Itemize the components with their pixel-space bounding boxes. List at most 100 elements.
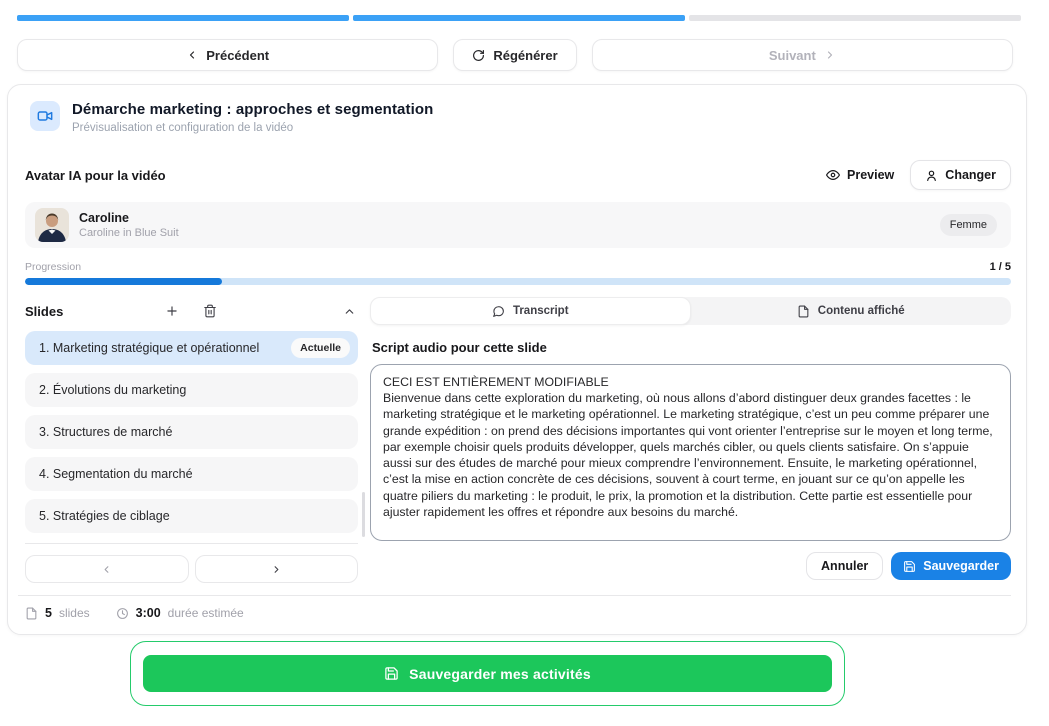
slide-item-3[interactable]: 3. Structures de marché [25, 415, 358, 449]
clock-icon [116, 607, 129, 620]
slides-panel-header: Slides [25, 297, 358, 325]
slides-panel-title: Slides [25, 304, 63, 319]
card-footer: 5 slides 3:00 durée estimée [25, 606, 1011, 620]
collapse-slides-button[interactable] [341, 303, 358, 320]
duration-label: durée estimée [168, 606, 244, 620]
video-preview-page: Précédent Régénérer Suivant Démarche mar… [0, 0, 1049, 726]
chevron-right-icon [271, 564, 282, 575]
slides-tools [163, 302, 219, 320]
video-config-card: Démarche marketing : approches et segmen… [7, 84, 1027, 635]
next-label: Suivant [769, 48, 816, 63]
save-script-label: Sauvegarder [923, 559, 999, 573]
document-icon [25, 607, 38, 620]
change-avatar-button[interactable]: Changer [910, 160, 1011, 190]
avatar-name: Caroline [79, 211, 179, 225]
current-slide-badge: Actuelle [291, 338, 350, 358]
preview-label: Preview [847, 168, 894, 182]
avatar-section-header: Avatar IA pour la vidéo Preview Changer [25, 160, 1011, 190]
chevron-left-icon [186, 49, 198, 61]
next-button[interactable]: Suivant [592, 39, 1013, 71]
tab-transcript[interactable]: Transcript [370, 297, 691, 325]
slide-item-label: 5. Stratégies de ciblage [39, 509, 170, 523]
slide-item-label: 4. Segmentation du marché [39, 467, 193, 481]
avatar [35, 208, 69, 242]
tab-displayed-content-label: Contenu affiché [818, 305, 905, 317]
script-label: Script audio pour cette slide [372, 340, 1011, 355]
save-icon [903, 560, 916, 573]
regenerate-label: Régénérer [493, 48, 557, 63]
editor-main: Slides 1. Marketing [25, 297, 1011, 583]
slides-scrollbar[interactable] [362, 337, 365, 537]
slides-panel: Slides 1. Marketing [25, 297, 358, 583]
card-header-text: Démarche marketing : approches et segmen… [72, 101, 433, 134]
preview-button[interactable]: Preview [826, 168, 894, 182]
chevron-up-icon [343, 305, 356, 318]
editor-tabs: Transcript Contenu affiché [370, 297, 1011, 325]
slides-count-value: 5 [45, 606, 52, 620]
progression-header: Progression 1 / 5 [25, 261, 1011, 273]
slide-item-label: 1. Marketing stratégique et opérationnel [39, 341, 259, 355]
previous-slide-button[interactable] [25, 555, 189, 583]
tab-transcript-label: Transcript [513, 305, 569, 317]
plus-icon [165, 304, 179, 318]
eye-icon [826, 168, 840, 182]
save-script-button[interactable]: Sauvegarder [891, 552, 1011, 580]
slide-item-label: 2. Évolutions du marketing [39, 383, 186, 397]
change-avatar-label: Changer [945, 168, 996, 182]
save-activities-button[interactable]: Sauvegarder mes activités [143, 655, 832, 692]
gender-badge: Femme [940, 214, 997, 236]
script-editor: Transcript Contenu affiché Script audio … [370, 297, 1011, 580]
trash-icon [203, 304, 217, 318]
save-activities-container: Sauvegarder mes activités [130, 641, 845, 706]
stepper-segment-1 [17, 15, 349, 21]
slides-divider [25, 543, 358, 544]
delete-slide-button[interactable] [201, 302, 219, 320]
slide-item-2[interactable]: 2. Évolutions du marketing [25, 373, 358, 407]
chevron-right-icon [824, 49, 836, 61]
save-activities-label: Sauvegarder mes activités [409, 666, 591, 682]
page-subtitle: Prévisualisation et configuration de la … [72, 122, 433, 134]
document-icon [797, 305, 810, 318]
slide-item-5[interactable]: 5. Stratégies de ciblage [25, 499, 358, 533]
slide-item-label: 3. Structures de marché [39, 425, 172, 439]
editor-actions: Annuler Sauvegarder [370, 552, 1011, 580]
progress-stepper [17, 15, 1021, 21]
regenerate-button[interactable]: Régénérer [453, 39, 576, 71]
slide-item-1[interactable]: 1. Marketing stratégique et opérationnel… [25, 331, 358, 365]
progression-bar-fill [25, 278, 222, 285]
card-header: Démarche marketing : approches et segmen… [30, 101, 1011, 134]
avatar-description: Caroline in Blue Suit [79, 227, 179, 239]
slide-list: 1. Marketing stratégique et opérationnel… [25, 331, 358, 533]
chevron-left-icon [101, 564, 112, 575]
avatar-actions: Preview Changer [826, 160, 1011, 190]
slides-count-stat: 5 slides [25, 606, 90, 620]
stepper-segment-2 [353, 15, 685, 21]
previous-button[interactable]: Précédent [17, 39, 438, 71]
avatar-section-label: Avatar IA pour la vidéo [25, 168, 166, 183]
save-icon [384, 666, 399, 681]
selected-avatar-row[interactable]: Caroline Caroline in Blue Suit Femme [25, 202, 1011, 248]
stepper-segment-3 [689, 15, 1021, 21]
person-icon [925, 169, 938, 182]
progression-value: 1 / 5 [990, 261, 1011, 273]
progression-bar [25, 278, 1011, 285]
page-title: Démarche marketing : approches et segmen… [72, 101, 433, 118]
add-slide-button[interactable] [163, 302, 181, 320]
duration-value: 3:00 [136, 606, 161, 620]
cancel-button[interactable]: Annuler [806, 552, 883, 580]
video-camera-icon [30, 101, 60, 131]
card-footer-divider [18, 595, 1011, 596]
wizard-toolbar: Précédent Régénérer Suivant [17, 39, 1013, 71]
previous-label: Précédent [206, 48, 269, 63]
next-slide-button[interactable] [195, 555, 359, 583]
slide-pager [25, 555, 358, 583]
refresh-icon [472, 49, 485, 62]
script-textarea[interactable]: CECI EST ENTIÈREMENT MODIFIABLE Bienvenu… [370, 364, 1011, 541]
tab-displayed-content[interactable]: Contenu affiché [691, 297, 1012, 325]
speech-bubble-icon [492, 305, 505, 318]
avatar-meta: Caroline Caroline in Blue Suit [79, 211, 179, 239]
duration-stat: 3:00 durée estimée [116, 606, 244, 620]
slide-item-4[interactable]: 4. Segmentation du marché [25, 457, 358, 491]
slides-count-label: slides [59, 606, 90, 620]
progression-label: Progression [25, 261, 81, 273]
